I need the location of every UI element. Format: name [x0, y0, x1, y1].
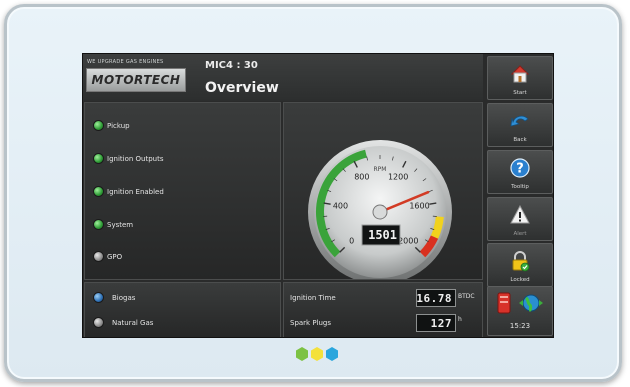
alert-button-label: Alert [513, 231, 527, 237]
status-led-label: Pickup [107, 121, 130, 130]
gauge-tick-label: 2000 [398, 236, 418, 245]
spark-plugs-label: Spark Plugs [290, 319, 332, 327]
led-icon [93, 120, 104, 131]
header: WE UPGRADE GAS ENGINES MOTORTECH MIC4 : … [83, 54, 483, 101]
ignition-time-unit: BTDC [458, 293, 475, 300]
svg-text:?: ? [516, 162, 524, 177]
status-led-label: Ignition Outputs [107, 154, 164, 163]
gauge-tick-label: 800 [354, 172, 369, 181]
fuel-tank-icon [497, 292, 511, 314]
fuel-label: Biogas [112, 293, 136, 302]
start-button-label: Start [513, 90, 527, 96]
gauge-tick-label: 0 [349, 236, 354, 245]
spark-plugs-display: 127 [416, 314, 456, 332]
indicator-dot-yellow [311, 347, 323, 361]
gauge-unit-label: RPM [374, 166, 387, 173]
help-icon: ? [510, 158, 530, 178]
fuel-biogas: Biogas [93, 292, 135, 303]
indicator-dot-green [296, 347, 308, 361]
gauge-tick-label: 1200 [388, 172, 408, 181]
led-icon [93, 317, 104, 328]
status-led-pickup: Pickup [93, 120, 130, 131]
tooltip-button-label: Tooltip [511, 184, 529, 190]
gauge-tick-label: 400 [333, 202, 348, 211]
hmi-screen: WE UPGRADE GAS ENGINES MOTORTECH MIC4 : … [82, 53, 554, 338]
warning-icon [510, 204, 530, 224]
rpm-display-value: 1501 [368, 228, 397, 242]
indicator-dot-blue [326, 347, 338, 361]
status-led-system: System [93, 219, 133, 230]
back-button-label: Back [513, 137, 527, 143]
rpm-gauge: 0 400 800 1200 1600 2000 RPM 1501 [308, 140, 452, 284]
led-icon [93, 186, 104, 197]
info-panel: Ignition Time 16.78 BTDC Spark Plugs 127… [283, 282, 483, 337]
house-icon [510, 65, 530, 83]
led-icon [93, 251, 104, 262]
clock-widget[interactable]: 15:23 [487, 286, 553, 336]
ignition-time-display: 16.78 [416, 289, 456, 307]
brand-logo: MOTORTECH [86, 68, 186, 92]
led-icon [93, 219, 104, 230]
back-button[interactable]: Back [487, 103, 553, 147]
gauge-hub [372, 204, 388, 220]
locked-button[interactable]: Locked [487, 243, 553, 287]
status-panel: Pickup Ignition Outputs Ignition Enabled… [84, 102, 281, 280]
fuel-label: Natural Gas [112, 318, 154, 327]
status-led-label: Ignition Enabled [107, 187, 164, 196]
status-led-gpo: GPO [93, 251, 122, 262]
clock-time: 15:23 [509, 322, 531, 330]
brand-tagline: WE UPGRADE GAS ENGINES [87, 59, 164, 65]
device-id: MIC4 : 30 [205, 60, 258, 71]
alert-button[interactable]: Alert [487, 197, 553, 241]
status-indicator-dots [296, 347, 338, 361]
sidebar: Start Back ? Tooltip Alert Locked 15:23 [485, 54, 553, 337]
locked-button-label: Locked [510, 277, 530, 283]
rpm-gauge-panel: 0 400 800 1200 1600 2000 RPM 1501 [283, 102, 483, 284]
spark-plugs-unit: h [458, 316, 462, 323]
status-led-ignition-enabled: Ignition Enabled [93, 186, 164, 197]
network-globe-icon [519, 294, 543, 313]
tooltip-button[interactable]: ? Tooltip [487, 150, 553, 194]
led-icon [93, 153, 104, 164]
page-title: Overview [205, 80, 279, 96]
ignition-time-label: Ignition Time [290, 294, 336, 302]
fuel-panel: Biogas Natural Gas [84, 282, 281, 337]
status-led-label: System [107, 220, 134, 229]
start-button[interactable]: Start [487, 56, 553, 100]
led-icon [93, 292, 104, 303]
lock-icon [512, 251, 530, 272]
gauge-tick-label: 1600 [409, 202, 429, 211]
brand-logo-text: MOTORTECH [91, 73, 181, 87]
fuel-natural-gas: Natural Gas [93, 317, 153, 328]
status-led-label: GPO [107, 252, 123, 261]
back-arrow-icon [510, 115, 529, 127]
status-led-ignition-outputs: Ignition Outputs [93, 153, 164, 164]
